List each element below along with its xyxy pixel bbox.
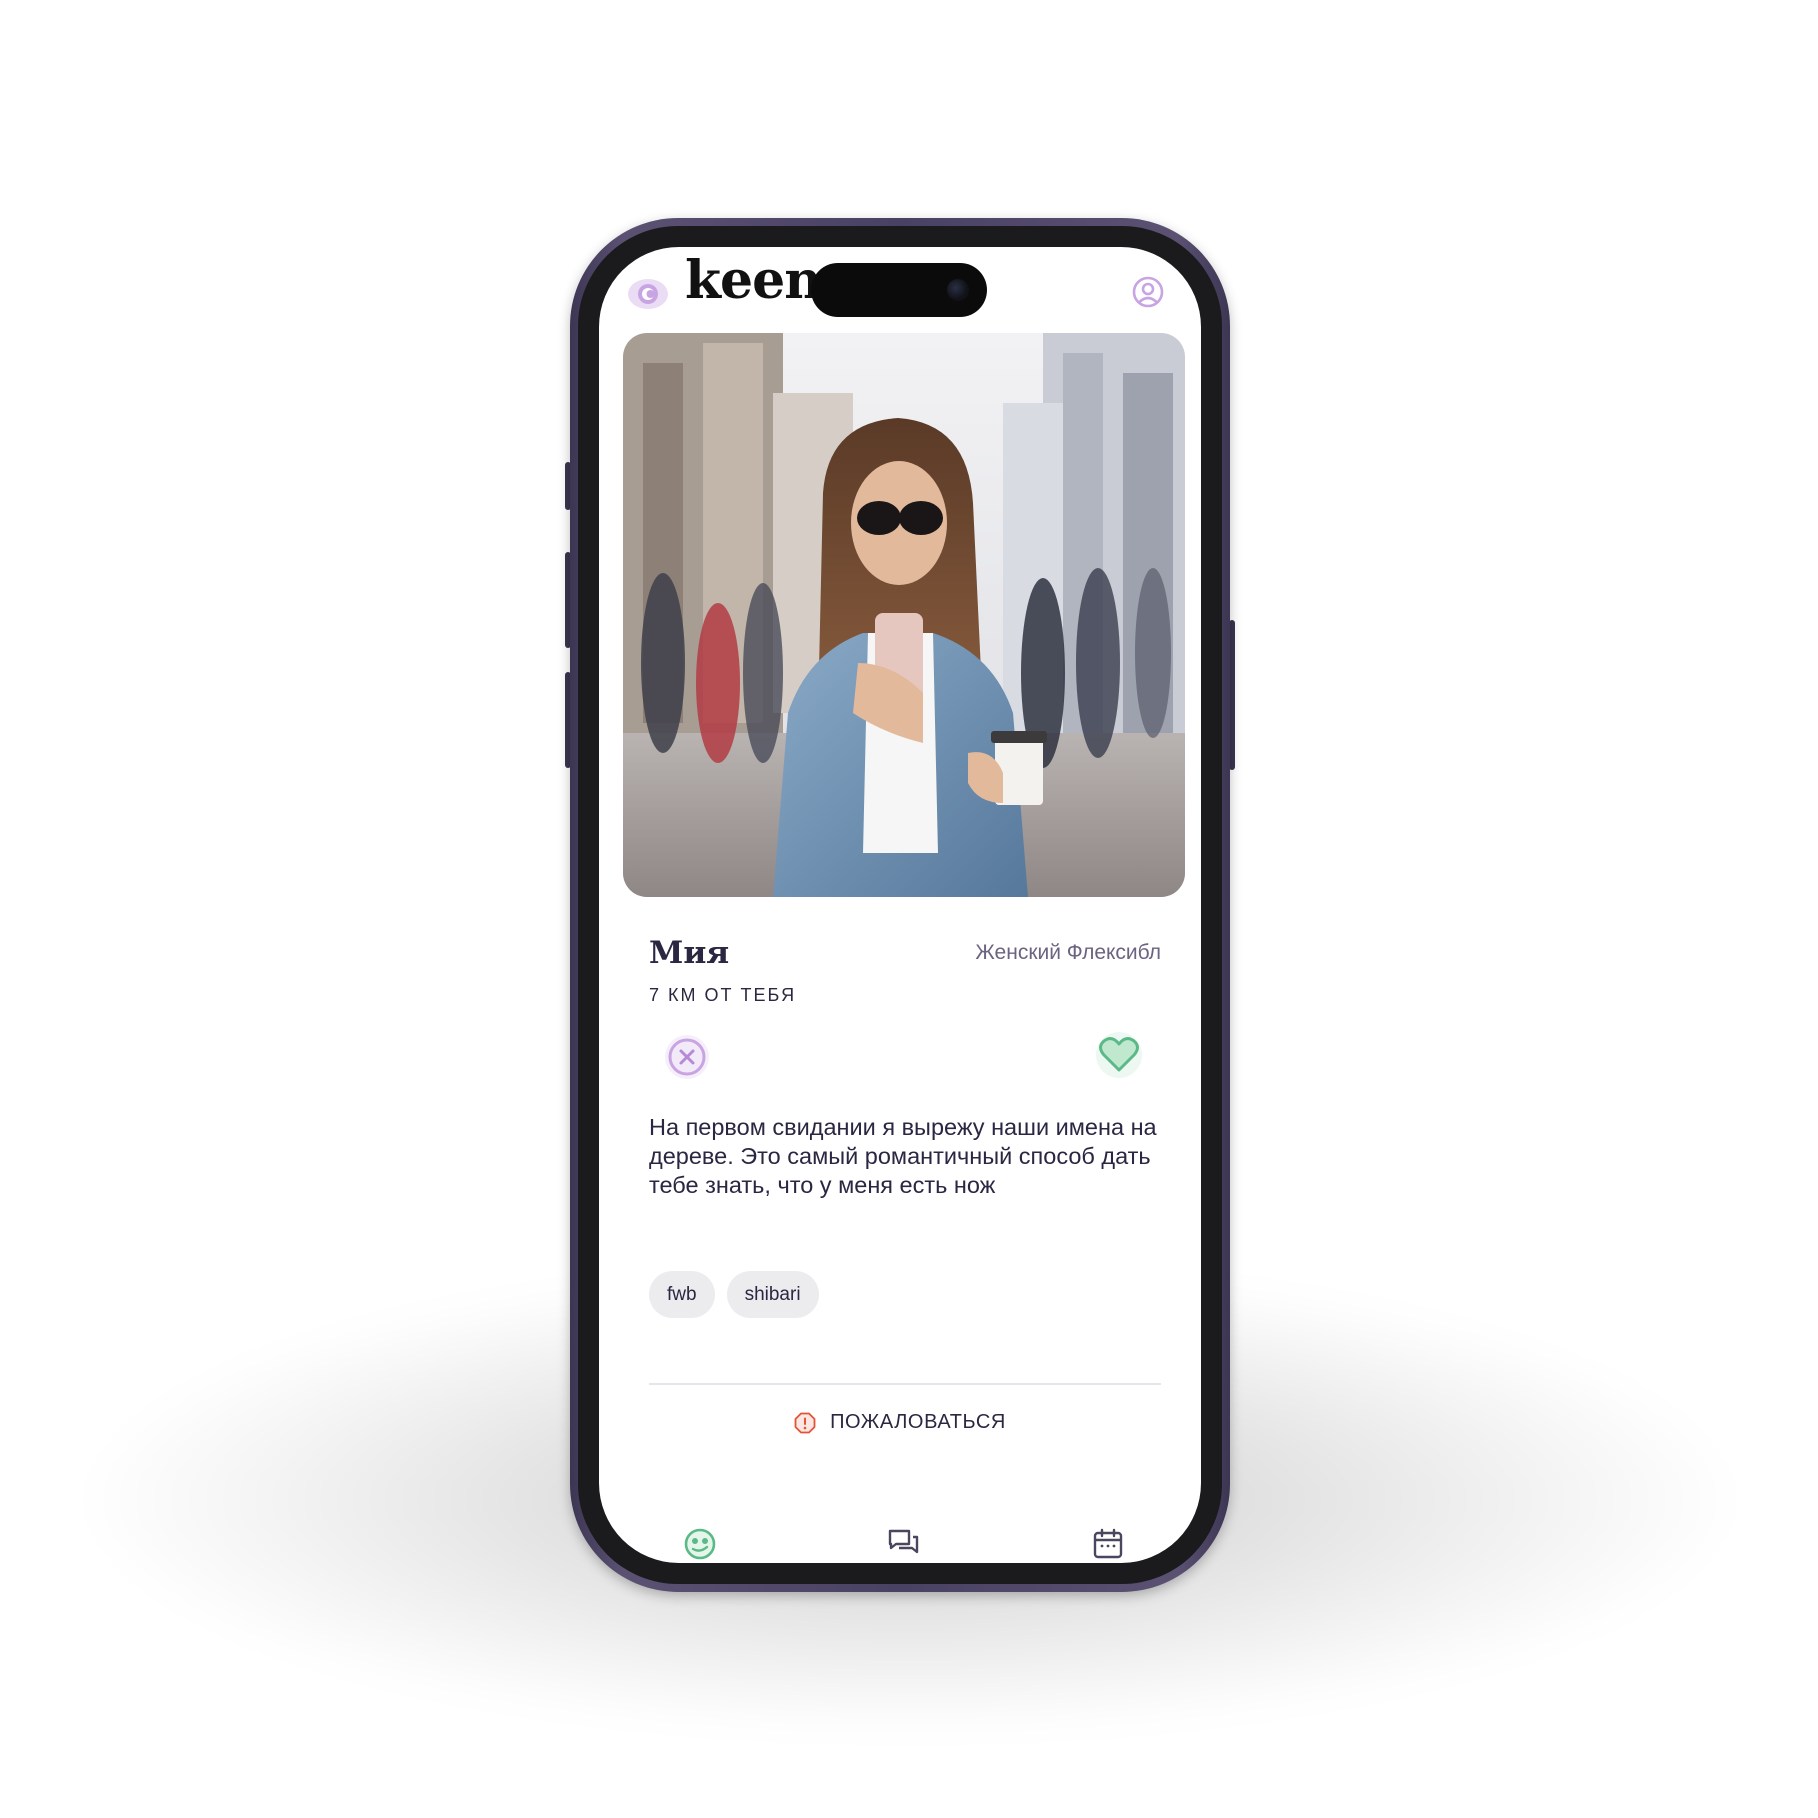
alert-octagon-icon	[794, 1412, 816, 1433]
dynamic-island	[811, 263, 987, 317]
chat-bubbles-icon	[888, 1529, 919, 1554]
profile-orientation: Женский Флексибл	[975, 941, 1161, 964]
dislike-button[interactable]	[661, 1031, 713, 1083]
calendar-icon	[1093, 1528, 1123, 1559]
divider	[649, 1383, 1161, 1385]
tab-chats[interactable]	[887, 1527, 921, 1561]
profile-name: Мия	[649, 935, 730, 971]
match-face-icon	[684, 1528, 716, 1560]
profile-bio: На первом свидании я вырежу наши имена н…	[649, 1114, 1157, 1198]
close-circle-icon	[665, 1035, 709, 1079]
tag-chip[interactable]: shibari	[726, 1271, 819, 1318]
like-button[interactable]	[1093, 1029, 1145, 1081]
user-circle-icon[interactable]	[1131, 275, 1165, 309]
profile-distance: 7 КМ ОТ ТЕБЯ	[649, 985, 797, 1005]
phone-bezel: keenq Мия Женский Флексибл 7 КМ ОТ ТЕБЯ …	[578, 226, 1222, 1584]
app-header: keenq	[599, 247, 1201, 327]
report-button[interactable]: ПОЖАЛОВАТЬСЯ	[599, 1411, 1201, 1434]
report-label: ПОЖАЛОВАТЬСЯ	[830, 1411, 1006, 1433]
tag-chip[interactable]: fwb	[649, 1271, 715, 1318]
eye-icon	[627, 273, 669, 315]
profile-photo[interactable]	[623, 333, 1185, 897]
tab-matches[interactable]	[683, 1527, 717, 1561]
heart-icon	[1096, 1032, 1142, 1078]
bottom-tab-bar	[599, 1527, 1201, 1563]
front-camera	[947, 279, 969, 301]
tab-calendar[interactable]	[1091, 1527, 1125, 1561]
phone-screen: keenq Мия Женский Флексибл 7 КМ ОТ ТЕБЯ …	[599, 247, 1201, 1563]
phone-frame: keenq Мия Женский Флексибл 7 КМ ОТ ТЕБЯ …	[570, 218, 1230, 1592]
tag-list: fwb shibari	[649, 1271, 819, 1318]
